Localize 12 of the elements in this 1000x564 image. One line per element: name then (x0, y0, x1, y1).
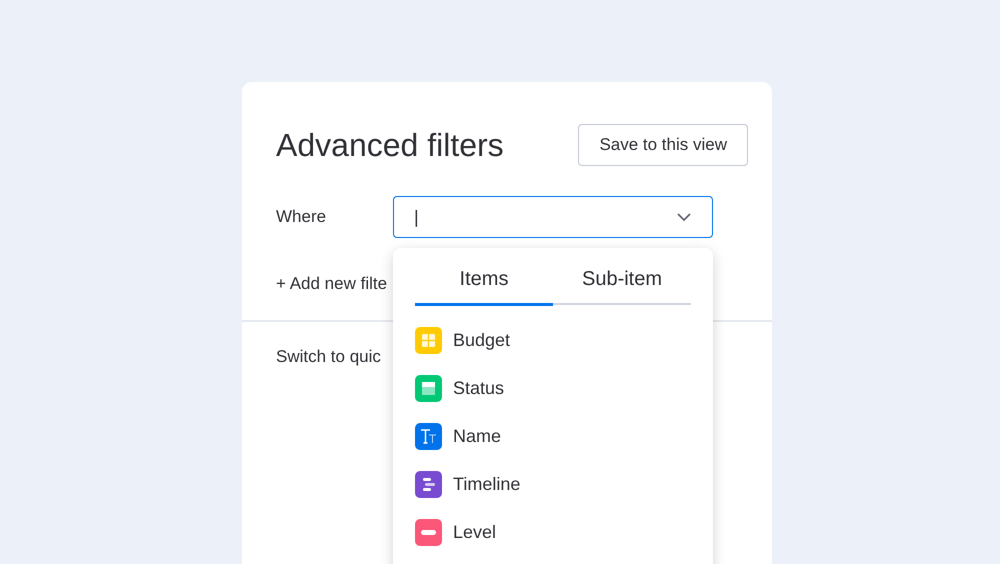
where-label: Where (276, 207, 328, 227)
dropdown-tab[interactable]: Items (415, 268, 553, 306)
dropdown-tab[interactable]: Sub-item (553, 268, 691, 305)
column-option[interactable]: Status (453, 378, 504, 398)
panel-title: Advanced filters (276, 126, 504, 164)
column-option[interactable]: Level (453, 522, 496, 542)
save-button[interactable]: Save to this view (578, 124, 748, 166)
column-option[interactable]: Name (453, 426, 502, 446)
column-select-field[interactable]: | (393, 196, 713, 238)
chevron-down-icon (676, 212, 692, 222)
column-option[interactable]: Timeline (453, 474, 520, 494)
column-option[interactable]: Budget (453, 330, 510, 350)
